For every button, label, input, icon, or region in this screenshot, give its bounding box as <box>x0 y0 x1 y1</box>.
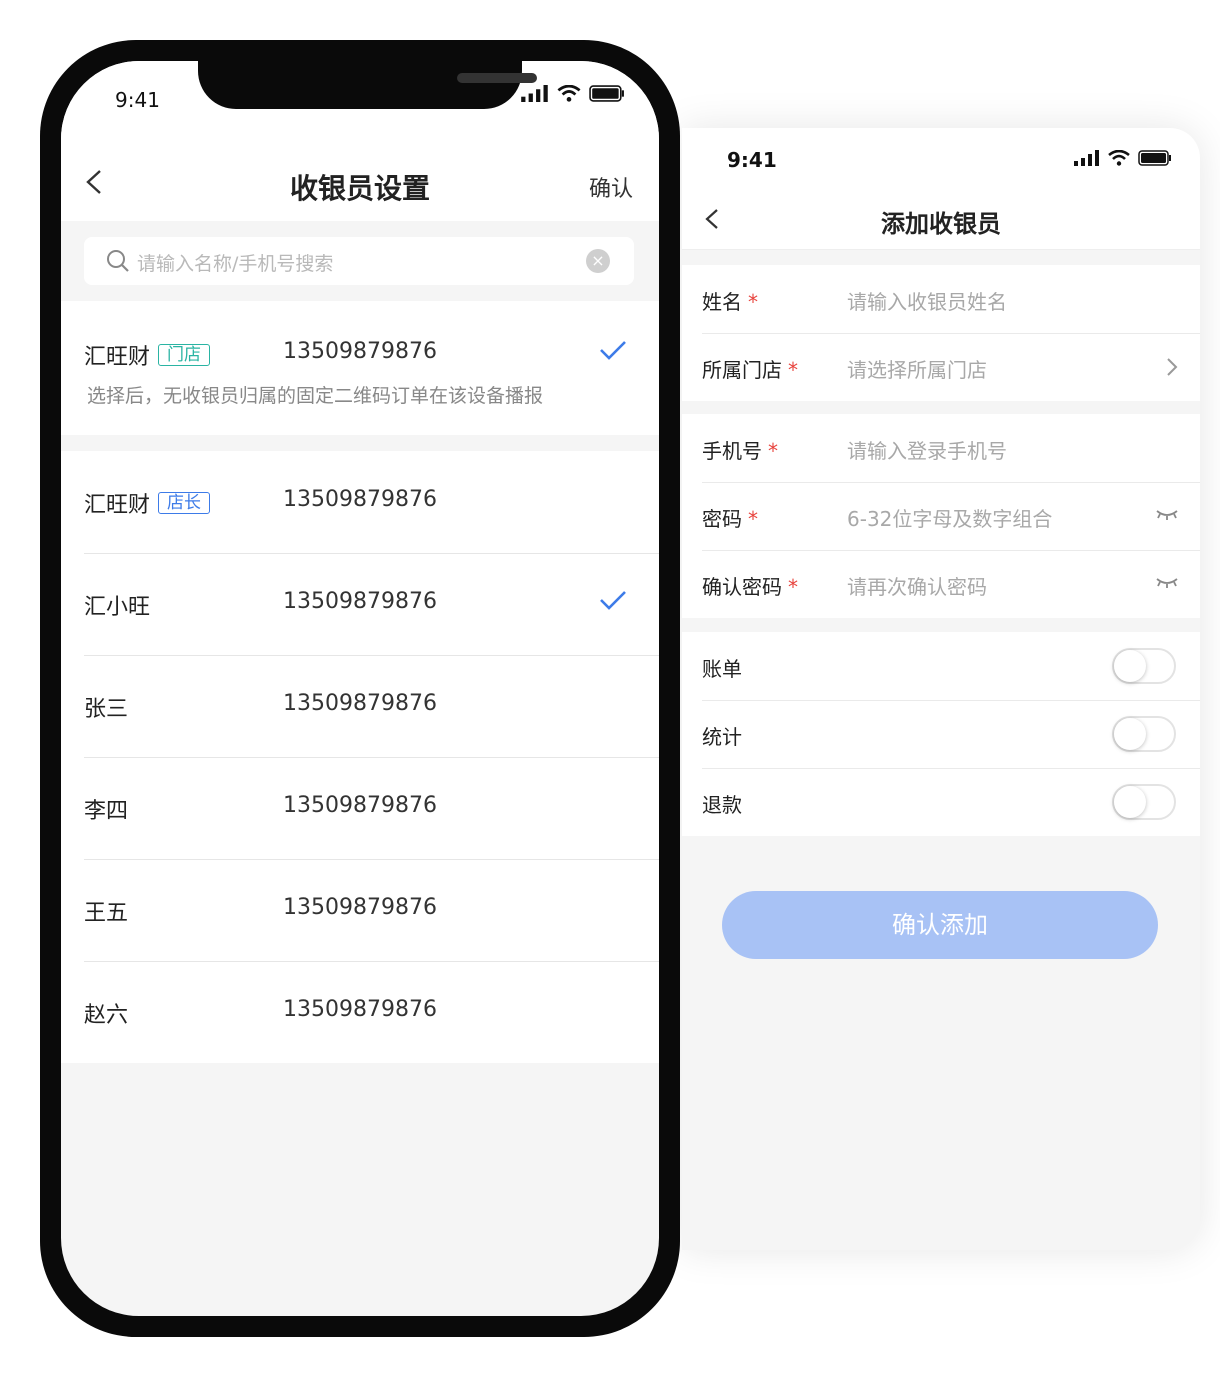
stats-toggle[interactable] <box>1112 716 1176 752</box>
password-input[interactable]: 6-32位字母及数字组合 <box>847 503 1052 532</box>
cashier-phone: 13509879876 <box>283 589 437 614</box>
required-mark: * <box>788 575 798 599</box>
required-mark: * <box>788 358 798 382</box>
signal-icon <box>521 85 548 102</box>
cashier-name: 汇旺财 <box>84 345 151 370</box>
bill-toggle[interactable] <box>1112 648 1176 684</box>
store-label: 所属门店 <box>702 358 782 382</box>
permission-label: 退款 <box>702 793 742 817</box>
checkmark-icon <box>600 591 626 610</box>
cashier-phone: 13509879876 <box>283 997 437 1022</box>
search-area: 请输入名称/手机号搜索 × <box>61 221 659 301</box>
clear-icon[interactable]: × <box>586 249 610 273</box>
confirm-button[interactable]: 确认 <box>589 171 633 203</box>
speaker <box>457 73 537 83</box>
list-item[interactable]: 李四 13509879876 <box>61 757 659 859</box>
permission-label: 账单 <box>702 657 742 681</box>
status-time: 9:41 <box>115 88 160 112</box>
account-group: 手机号 * 请输入登录手机号 密码 * 6-32位字母及数字组合 确认密码 * 请再次… <box>682 414 1200 618</box>
name-label: 姓名 <box>702 290 742 314</box>
cashier-name: 王五 <box>84 901 129 926</box>
page-title: 添加收银员 <box>881 210 1001 238</box>
selected-cashier-row[interactable]: 汇旺财 门店 13509879876 选择后，无收银员归属的固定二维码订单在该设… <box>61 301 659 435</box>
store-tag: 门店 <box>158 344 211 366</box>
signal-icon <box>1074 150 1099 166</box>
checkmark-icon <box>600 341 626 360</box>
cashier-settings-screen: 9:41 收银员设置 确认 请输入名称/手机号搜索 × 汇旺财 门店 13509… <box>61 61 659 1316</box>
confirm-password-input[interactable]: 请再次确认密码 <box>847 571 987 600</box>
selection-note: 选择后，无收银员归属的固定二维码订单在该设备播报 <box>87 385 544 407</box>
store-select[interactable]: 请选择所属门店 <box>847 354 987 383</box>
wifi-icon <box>1108 150 1130 166</box>
confirm-password-label: 确认密码 <box>702 575 782 599</box>
cashier-phone: 13509879876 <box>283 895 437 920</box>
required-mark: * <box>748 290 758 314</box>
cashier-name: 赵六 <box>84 1003 129 1028</box>
password-field-row[interactable]: 密码 * 6-32位字母及数字组合 <box>682 482 1200 550</box>
confirm-password-field-row[interactable]: 确认密码 * 请再次确认密码 <box>682 550 1200 618</box>
cashier-phone: 13509879876 <box>283 487 437 512</box>
toggle-knob <box>1114 786 1146 818</box>
toggle-knob <box>1114 650 1146 682</box>
phone-frame: 9:41 收银员设置 确认 请输入名称/手机号搜索 × 汇旺财 门店 13509… <box>40 40 680 1337</box>
list-item[interactable]: 赵六 13509879876 <box>61 961 659 1063</box>
permissions-group: 账单 统计 退款 <box>682 632 1200 836</box>
search-input[interactable]: 请输入名称/手机号搜索 × <box>84 237 634 285</box>
required-mark: * <box>768 439 778 463</box>
cashier-list: 汇旺财 店长 13509879876 汇小旺 13509879876 张三 13… <box>61 451 659 1063</box>
permission-row-bill: 账单 <box>682 632 1200 700</box>
basic-info-group: 姓名 * 请输入收银员姓名 所属门店 * 请选择所属门店 <box>682 265 1200 401</box>
eye-closed-icon[interactable] <box>1156 508 1178 522</box>
name-field-row[interactable]: 姓名 * 请输入收银员姓名 <box>682 265 1200 333</box>
refund-toggle[interactable] <box>1112 784 1176 820</box>
phone-notch <box>198 61 537 109</box>
eye-closed-icon[interactable] <box>1156 576 1178 590</box>
list-item[interactable]: 王五 13509879876 <box>61 859 659 961</box>
add-cashier-screen: 9:41 添加收银员 姓名 * 请输入收银员姓名 所属门店 * 请选择所属门店 手机… <box>682 128 1200 1250</box>
nav-bar: 收银员设置 确认 <box>61 141 659 221</box>
page-title: 收银员设置 <box>289 172 430 205</box>
cashier-phone: 13509879876 <box>283 339 437 364</box>
battery-icon <box>589 85 624 102</box>
required-mark: * <box>748 507 758 531</box>
list-item[interactable]: 汇小旺 13509879876 <box>61 553 659 655</box>
permission-row-refund: 退款 <box>682 768 1200 836</box>
password-label: 密码 <box>702 507 742 531</box>
toggle-knob <box>1114 718 1146 750</box>
chevron-right-icon <box>1167 358 1178 376</box>
permission-row-stats: 统计 <box>682 700 1200 768</box>
cashier-phone: 13509879876 <box>283 691 437 716</box>
status-bar: 9:41 <box>682 128 1200 188</box>
store-field-row[interactable]: 所属门店 * 请选择所属门店 <box>682 333 1200 401</box>
cashier-name: 汇小旺 <box>84 595 151 620</box>
cashier-phone: 13509879876 <box>283 793 437 818</box>
list-item[interactable]: 张三 13509879876 <box>61 655 659 757</box>
confirm-add-button[interactable]: 确认添加 <box>722 891 1158 959</box>
nav-bar: 添加收银员 <box>682 188 1200 250</box>
battery-icon <box>1138 150 1171 166</box>
cashier-name: 张三 <box>84 697 129 722</box>
status-time: 9:41 <box>727 148 777 172</box>
list-item[interactable]: 汇旺财 店长 13509879876 <box>61 451 659 553</box>
phone-input[interactable]: 请输入登录手机号 <box>847 435 1007 464</box>
wifi-icon <box>557 85 581 102</box>
cashier-name: 李四 <box>84 799 129 824</box>
name-input[interactable]: 请输入收银员姓名 <box>847 286 1007 315</box>
phone-field-row[interactable]: 手机号 * 请输入登录手机号 <box>682 414 1200 482</box>
phone-label: 手机号 <box>702 439 762 463</box>
permission-label: 统计 <box>702 725 742 749</box>
search-icon <box>107 250 129 272</box>
cashier-name: 汇旺财 <box>84 493 151 518</box>
search-placeholder: 请输入名称/手机号搜索 <box>137 253 334 275</box>
manager-tag: 店长 <box>158 492 211 514</box>
